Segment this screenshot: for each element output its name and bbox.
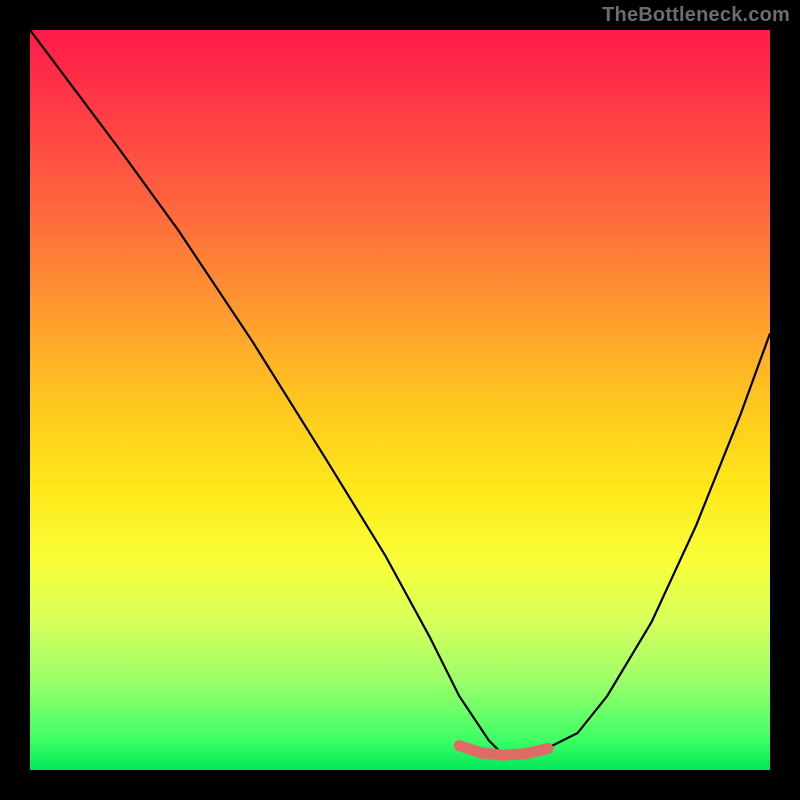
series-bottleneck-curve [30,30,770,755]
chart-series-container [30,30,770,755]
chart-frame: TheBottleneck.com [0,0,800,800]
chart-svg [30,30,770,770]
watermark-text: TheBottleneck.com [602,4,790,27]
series-optimal-range [459,746,548,756]
chart-plot-area [30,30,770,770]
